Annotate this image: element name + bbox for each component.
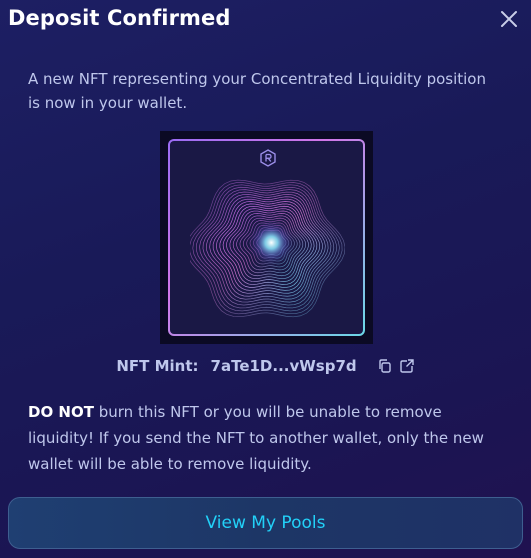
warning-text: DO NOT burn this NFT or you will be unab… [28,399,508,477]
warning-body: burn this NFT or you will be unable to r… [28,403,484,473]
dialog-title: Deposit Confirmed [8,6,231,30]
close-icon[interactable] [497,7,521,31]
intro-text: A new NFT representing your Concentrated… [28,70,486,112]
external-link-icon[interactable] [399,358,415,374]
nft-image [160,131,373,344]
nft-mint-address: 7aTe1D...vWsp7d [210,357,357,375]
warning-emphasis: DO NOT [28,403,94,421]
copy-icon[interactable] [377,358,393,374]
nft-mint-label: NFT Mint: [116,357,199,375]
view-my-pools-button[interactable]: View My Pools [8,497,523,549]
nft-mint-row: NFT Mint: 7aTe1D...vWsp7d [0,355,531,377]
liquidity-swirl-art [190,179,345,318]
nft-card [168,139,365,336]
deposit-confirmed-dialog: Deposit Confirmed A new NFT representing… [0,0,531,558]
raydium-logo-icon [260,149,276,167]
